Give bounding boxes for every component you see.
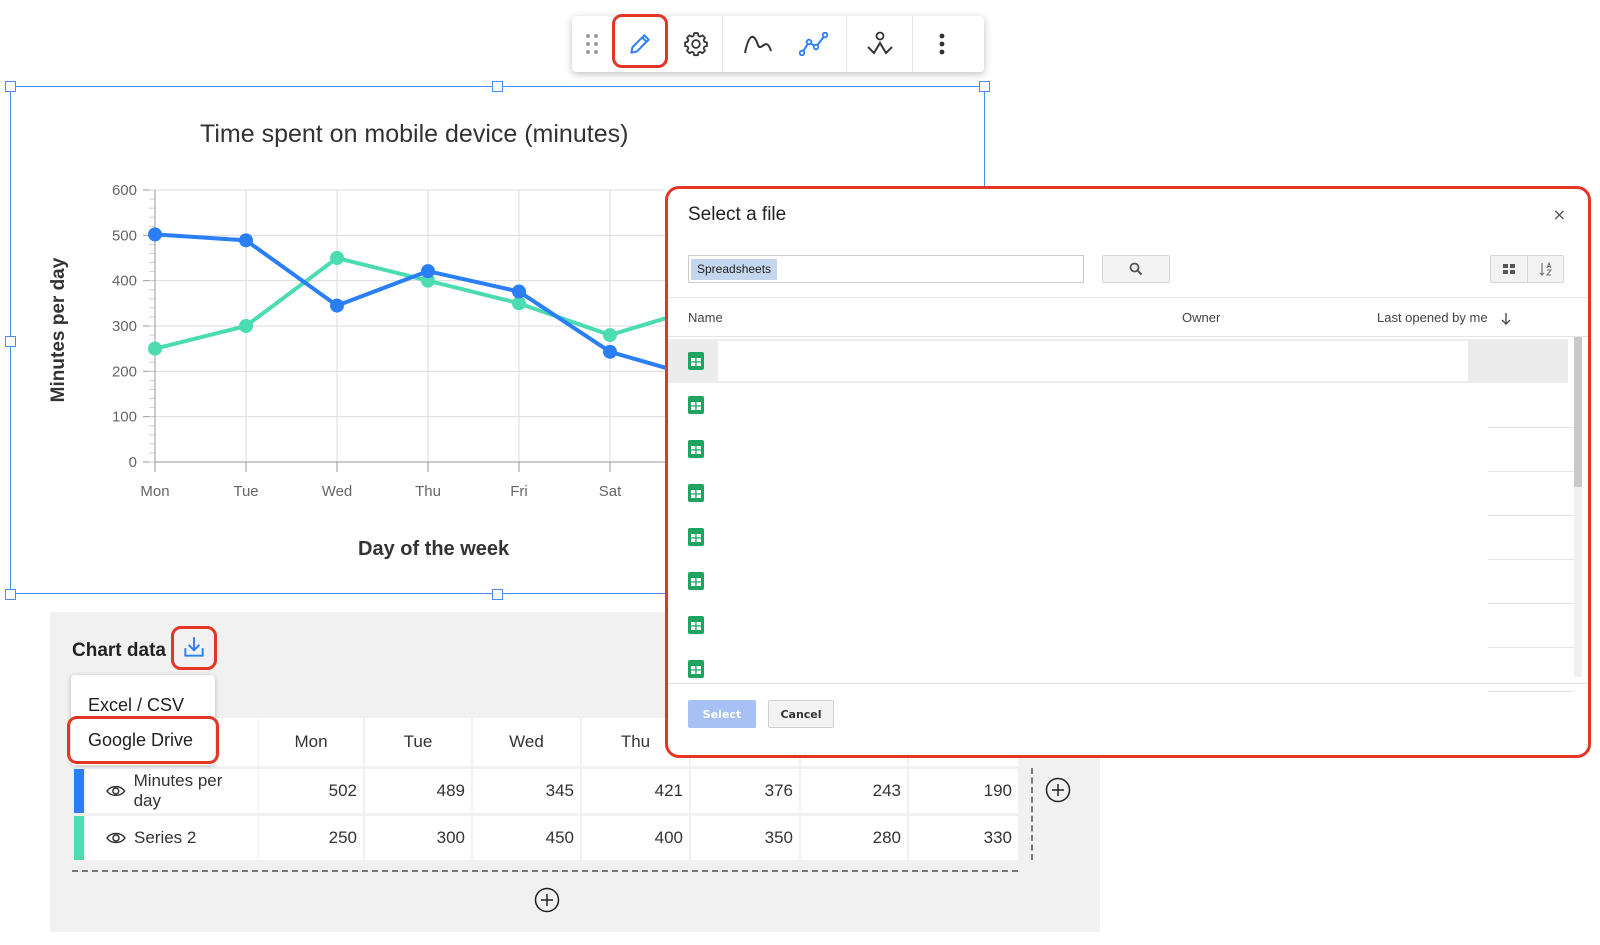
add-column-divider (1031, 768, 1033, 860)
file-row[interactable] (668, 559, 1568, 603)
table-cell[interactable]: 250 (259, 816, 363, 860)
table-cell[interactable]: 300 (365, 816, 471, 860)
add-column-button[interactable] (1045, 777, 1071, 803)
select-file-dialog: Select a file × Spreadsheets Name Owner … (665, 186, 1591, 758)
table-cell[interactable]: 489 (365, 769, 471, 813)
dialog-footer-divider (668, 683, 1588, 684)
file-list-header: Name Owner Last opened by me (668, 297, 1588, 337)
data-point (239, 319, 253, 333)
table-cell[interactable]: 280 (801, 816, 907, 860)
series-name: Minutes per day (133, 771, 223, 810)
column-last-opened[interactable]: Last opened by me (1377, 310, 1488, 325)
x-tick-label: Thu (415, 483, 441, 500)
spreadsheet-icon (688, 616, 704, 634)
cancel-button[interactable]: Cancel (768, 700, 834, 728)
column-owner[interactable]: Owner (1182, 310, 1220, 325)
spreadsheet-icon (688, 484, 704, 502)
spreadsheet-icon (688, 440, 704, 458)
column-name[interactable]: Name (688, 310, 723, 325)
y-tick-label: 400 (112, 273, 137, 290)
table-cell[interactable]: 330 (909, 816, 1018, 860)
spreadsheet-icon (688, 572, 704, 590)
table-cell[interactable]: 345 (473, 769, 580, 813)
x-tick-label: Sat (599, 483, 622, 500)
view-toggle (1490, 255, 1564, 283)
data-point (603, 344, 617, 359)
spreadsheet-icon (688, 528, 704, 546)
eye-icon[interactable] (106, 784, 126, 798)
x-tick-label: Mon (140, 483, 169, 500)
grid-view-button[interactable] (1491, 256, 1528, 282)
data-point (330, 251, 344, 265)
scroll-thumb[interactable] (1574, 337, 1582, 487)
search-input[interactable]: Spreadsheets (688, 255, 1084, 283)
x-tick-label: Fri (510, 483, 528, 500)
sort-az-icon (1539, 262, 1553, 276)
spreadsheet-icon (688, 396, 704, 414)
x-tick-label: Wed (322, 483, 353, 500)
series-line (154, 232, 671, 371)
sort-down-icon (1501, 313, 1511, 325)
series-color-swatch[interactable] (74, 769, 84, 813)
data-point (148, 227, 162, 242)
file-name-blank (718, 341, 1468, 381)
series-name-cell[interactable]: Minutes per day (86, 769, 258, 813)
search-button[interactable] (1102, 255, 1170, 283)
data-point (148, 341, 162, 356)
file-row[interactable] (668, 427, 1568, 471)
data-point (421, 264, 435, 279)
search-icon (1129, 262, 1143, 276)
data-point (330, 298, 344, 313)
table-cell[interactable]: 350 (691, 816, 799, 860)
series-name-cell[interactable]: Series 2 (86, 816, 258, 860)
close-icon[interactable]: × (1553, 205, 1566, 224)
add-row-divider (72, 870, 1018, 872)
series-name: Series 2 (134, 828, 197, 847)
import-data-button[interactable] (171, 626, 217, 670)
table-cell[interactable]: 421 (582, 769, 689, 813)
y-tick-label: 600 (112, 182, 137, 199)
table-header-cell[interactable]: Mon (259, 718, 363, 766)
y-tick-label: 100 (112, 409, 137, 426)
file-row[interactable] (668, 471, 1568, 515)
sort-button[interactable] (1528, 256, 1564, 282)
file-row[interactable] (668, 383, 1568, 427)
scrollbar[interactable] (1574, 337, 1582, 677)
y-tick-label: 200 (112, 363, 137, 380)
file-row[interactable] (668, 603, 1568, 647)
file-row[interactable] (668, 515, 1568, 559)
data-point (239, 233, 253, 248)
y-tick-label: 500 (112, 227, 137, 244)
highlight-ring (171, 626, 217, 670)
spreadsheet-icon (688, 660, 704, 678)
table-header-cell[interactable]: Wed (473, 718, 580, 766)
search-chip[interactable]: Spreadsheets (691, 259, 778, 280)
panel-title: Chart data (72, 640, 166, 661)
file-row[interactable] (668, 647, 1568, 691)
eye-icon[interactable] (106, 831, 126, 845)
table-cell[interactable]: 400 (582, 816, 689, 860)
add-row-button[interactable] (534, 887, 560, 913)
spreadsheet-icon (688, 352, 704, 370)
y-tick-label: 300 (112, 318, 137, 335)
menu-item-excel-csv[interactable]: Excel / CSV (88, 695, 184, 716)
x-tick-label: Tue (233, 483, 258, 500)
file-row[interactable] (668, 339, 1568, 383)
dialog-title: Select a file (688, 204, 787, 225)
data-point (512, 284, 526, 299)
row-divider (1488, 691, 1574, 692)
series-color-swatch[interactable] (74, 816, 84, 860)
table-cell[interactable]: 243 (801, 769, 907, 813)
y-tick-label: 0 (129, 454, 137, 471)
highlight-ring (67, 716, 219, 764)
data-point (603, 328, 617, 343)
table-cell[interactable]: 376 (691, 769, 799, 813)
table-cell[interactable]: 190 (909, 769, 1018, 813)
grid-view-icon (1503, 264, 1515, 274)
select-button[interactable]: Select (688, 700, 756, 728)
table-header-cell[interactable]: Tue (365, 718, 471, 766)
table-cell[interactable]: 502 (259, 769, 363, 813)
series-line (154, 256, 671, 351)
table-cell[interactable]: 450 (473, 816, 580, 860)
